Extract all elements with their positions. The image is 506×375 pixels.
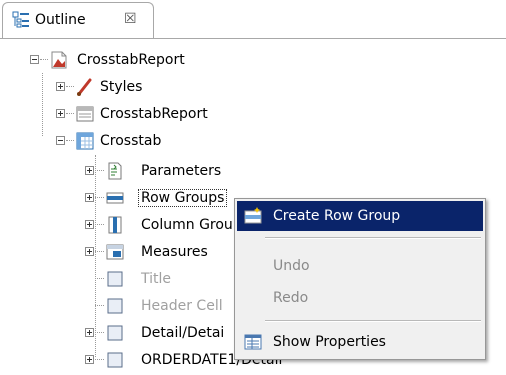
tree-connector <box>40 59 48 60</box>
column-groups-icon <box>108 216 122 234</box>
tree-node-label: Measures <box>141 244 208 260</box>
tree-connector <box>95 197 104 198</box>
expand-icon[interactable] <box>85 247 94 256</box>
expand-icon[interactable] <box>85 220 94 229</box>
cell-icon <box>107 325 123 341</box>
tree-connector <box>95 170 104 171</box>
tree-connector <box>66 140 74 141</box>
expand-icon[interactable] <box>56 82 65 91</box>
menu-item-label: Redo <box>273 290 309 306</box>
menu-separator <box>265 320 481 322</box>
tree-node-parameters[interactable]: Parameters <box>0 159 300 186</box>
styles-icon <box>77 78 92 96</box>
menu-item-label: Undo <box>273 258 310 274</box>
view-tab-bar: Outline ☒ <box>0 0 506 39</box>
tree-node-styles[interactable]: Styles <box>0 75 300 102</box>
row-groups-icon <box>106 192 124 204</box>
tree-node-crosstab[interactable]: Crosstab <box>0 129 300 156</box>
tree-connector <box>95 224 104 225</box>
tree-node-label: Title <box>141 271 172 287</box>
tree-node-label: CrosstabReport <box>100 106 208 122</box>
collapse-icon[interactable] <box>30 55 39 64</box>
tree-node-label: Styles <box>100 79 143 95</box>
expand-icon[interactable] <box>85 328 94 337</box>
tree-connector <box>95 305 104 306</box>
menu-item-undo[interactable]: Undo <box>237 251 483 281</box>
selected-node-label: Row Groups <box>138 189 228 207</box>
tree-connector <box>95 278 104 279</box>
tree-node-crosstabreport-root[interactable]: CrosstabReport <box>0 48 300 75</box>
report-icon <box>51 51 67 69</box>
expand-icon[interactable] <box>85 193 94 202</box>
report-body-icon <box>76 106 94 122</box>
cell-icon <box>107 271 123 287</box>
cell-icon <box>107 352 123 368</box>
menu-item-create-row-group[interactable]: Create Row Group <box>237 201 483 231</box>
cell-icon <box>107 298 123 314</box>
tab-outline[interactable]: Outline ☒ <box>2 2 154 38</box>
menu-item-show-properties[interactable]: Show Properties <box>237 327 483 357</box>
expand-icon[interactable] <box>56 109 65 118</box>
tree-node-label: Row Groups <box>138 188 228 208</box>
tree-node-label: Crosstab <box>100 133 162 149</box>
tree-node-crosstabreport-body[interactable]: CrosstabReport <box>0 102 300 129</box>
collapse-icon[interactable] <box>56 136 65 145</box>
tree-node-label: Detail/Detai <box>141 325 225 341</box>
properties-icon <box>244 334 262 350</box>
tree-node-label: Header Cell <box>141 298 223 314</box>
menu-item-redo[interactable]: Redo <box>237 283 483 313</box>
tree-connector <box>66 86 74 87</box>
expand-icon[interactable] <box>85 166 94 175</box>
tree-node-label: CrosstabReport <box>77 52 185 68</box>
expand-icon[interactable] <box>85 355 94 364</box>
tree-connector <box>95 332 104 333</box>
tree-connector <box>95 359 104 360</box>
tree-connector <box>66 113 74 114</box>
tree-node-label: Column Grou <box>141 217 233 233</box>
close-icon[interactable]: ☒ <box>124 10 137 28</box>
crosstab-icon <box>76 132 94 150</box>
menu-item-label: Show Properties <box>273 334 386 350</box>
create-row-group-icon <box>244 207 262 224</box>
context-menu: Create Row Group Undo Redo Show Properti… <box>234 198 486 360</box>
measures-icon <box>106 244 124 260</box>
tree-node-label: Parameters <box>141 163 222 179</box>
tree-connector <box>95 251 104 252</box>
menu-item-label: Create Row Group <box>273 208 401 224</box>
parameters-icon <box>108 162 122 180</box>
outline-icon <box>12 11 29 28</box>
menu-separator <box>265 237 481 239</box>
tab-outline-label: Outline <box>35 12 86 28</box>
